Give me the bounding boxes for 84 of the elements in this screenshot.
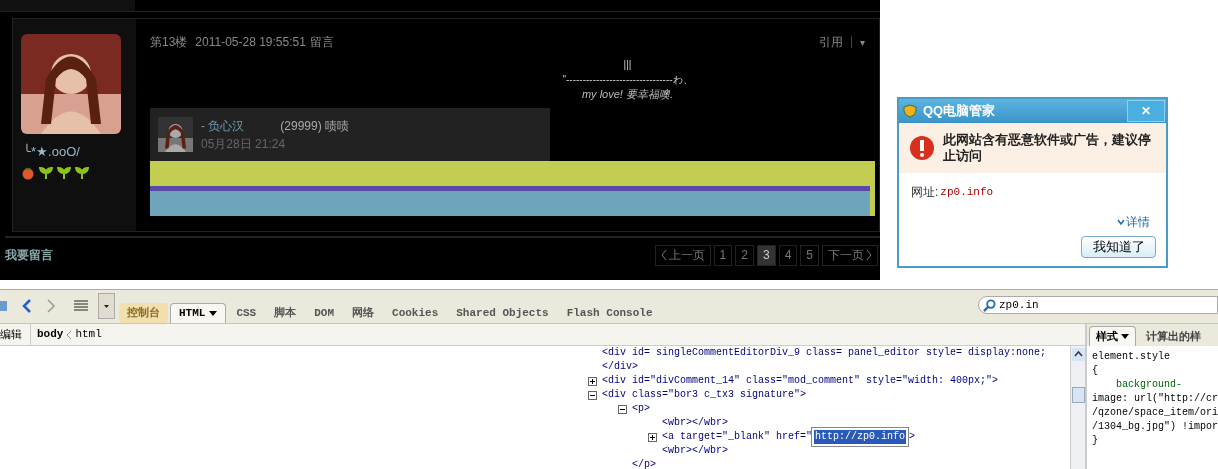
action-label: 留言	[309, 34, 334, 51]
code-line: >	[909, 430, 916, 444]
expand-icon[interactable]	[588, 376, 597, 386]
quote-link[interactable]: 引用	[819, 33, 843, 51]
leave-message-link[interactable]: 我要留言	[5, 246, 655, 264]
devtools-tab[interactable]: DOM	[306, 303, 343, 323]
style-line: image: url("http://cr	[1092, 392, 1218, 406]
search-icon	[983, 298, 996, 312]
style-tab[interactable]: 样式	[1089, 326, 1136, 346]
style-line: }	[1092, 434, 1099, 448]
devtools-tab[interactable]: 网络	[344, 303, 383, 323]
menu-caret[interactable]: ▾	[860, 34, 865, 50]
collapse-icon[interactable]	[588, 390, 597, 400]
signature-line: my love! 要幸福噢.	[581, 87, 674, 102]
menu-icon	[74, 300, 88, 312]
fruit-icon	[21, 165, 35, 180]
timestamp: 2011-05-28 19:55:51	[195, 34, 306, 51]
search-field[interactable]: zp0.in	[978, 296, 1218, 314]
dialog-title: QQ电脑管家	[923, 102, 997, 121]
sprout-icon	[75, 165, 89, 180]
signature-line: |||	[623, 58, 632, 72]
author-name: ╰*★.ooO/	[23, 143, 81, 161]
ok-button[interactable]: 我知道了	[1081, 236, 1156, 258]
chevron-down-icon	[1117, 219, 1125, 225]
devtools-tab[interactable]: Cookies	[384, 303, 447, 323]
reply-time: 05月28日 21:24	[201, 135, 287, 153]
chevron-right-icon	[866, 249, 872, 261]
tooltip: http://zp0.info	[812, 428, 909, 446]
collapse-icon[interactable]	[618, 404, 627, 414]
chevron-left-icon	[660, 249, 667, 261]
expand-icon[interactable]	[648, 432, 657, 442]
devtools-tab[interactable]: HTML	[170, 303, 227, 323]
page-button[interactable]: 3	[756, 244, 776, 266]
code-line: <div id= singleCommentEditorDiv_9 class= panel_editor style= display:none;	[602, 346, 1047, 360]
style-line: {	[1092, 364, 1099, 378]
separator-icon	[66, 329, 73, 340]
code-line: <wbr></wbr>	[662, 444, 728, 458]
warning-message: 此网站含有恶意软件或广告，建议停止访问	[943, 132, 1152, 164]
devtools-tab[interactable]: CSS	[228, 303, 265, 323]
back-icon	[22, 299, 32, 313]
shield-icon	[903, 104, 917, 118]
page-button[interactable]: 1	[713, 244, 733, 266]
scroll-thumb[interactable]	[1071, 387, 1085, 403]
details-link[interactable]: 详情	[1117, 213, 1150, 231]
code-line: <div id="divComment_14" class="mod_comment" style="width: 400px;">	[602, 374, 999, 388]
edit-button[interactable]: 编辑	[0, 323, 31, 346]
scroll-up-icon[interactable]	[1071, 348, 1085, 361]
devtools-tab[interactable]: Flash Console	[558, 303, 661, 323]
page-button[interactable]: 5	[800, 244, 819, 266]
floor-number: 第13楼	[150, 34, 188, 51]
dropdown-icon	[98, 293, 115, 319]
warning-icon	[909, 135, 935, 161]
breadcrumb-item[interactable]: body	[37, 326, 64, 343]
code-line: </p>	[632, 458, 656, 469]
style-line: background-	[1115, 378, 1183, 392]
sprout-icon	[57, 165, 71, 180]
reply-author[interactable]: - 负心汉	[201, 116, 245, 135]
style-line: /1304_bg.jpg") !impor	[1092, 420, 1218, 434]
devtools-tab[interactable]: 控制台	[119, 303, 168, 323]
page-button[interactable]: 4	[778, 244, 798, 266]
inspect-icon	[0, 299, 8, 313]
signature-line: "--------------------------------わ、	[562, 73, 693, 87]
devtools-tab[interactable]: 脚本	[266, 303, 305, 323]
url-text: zp0.info	[940, 184, 994, 200]
reply-text: (29999) 啧啧	[280, 117, 350, 135]
scrollbar[interactable]	[1070, 346, 1085, 469]
style-line: element.style	[1092, 350, 1171, 364]
caret-icon	[1121, 334, 1129, 339]
devtools-tab[interactable]: Shared Objects	[448, 303, 557, 323]
forward-icon	[46, 299, 56, 313]
sprout-icon	[39, 165, 53, 180]
search-input[interactable]: zp0.in	[999, 296, 1199, 314]
code-line: <a target="_blank" href="	[662, 430, 813, 444]
url-label: 网址:	[911, 184, 939, 201]
code-line: <p>	[632, 402, 650, 416]
code-line: </div>	[602, 360, 638, 374]
page-button[interactable]: 上一页	[654, 244, 711, 266]
page-button[interactable]: 下一页	[822, 244, 878, 266]
code-line: <div class="bor3 c_tx3 signature">	[602, 388, 807, 402]
page-button[interactable]: 2	[735, 244, 754, 266]
code-line: <wbr></wbr>	[662, 416, 728, 430]
style-line: /qzone/space_item/ori	[1092, 406, 1218, 420]
breadcrumb-item[interactable]: html	[75, 326, 102, 343]
style-tab[interactable]: 计算出的样	[1140, 326, 1207, 346]
